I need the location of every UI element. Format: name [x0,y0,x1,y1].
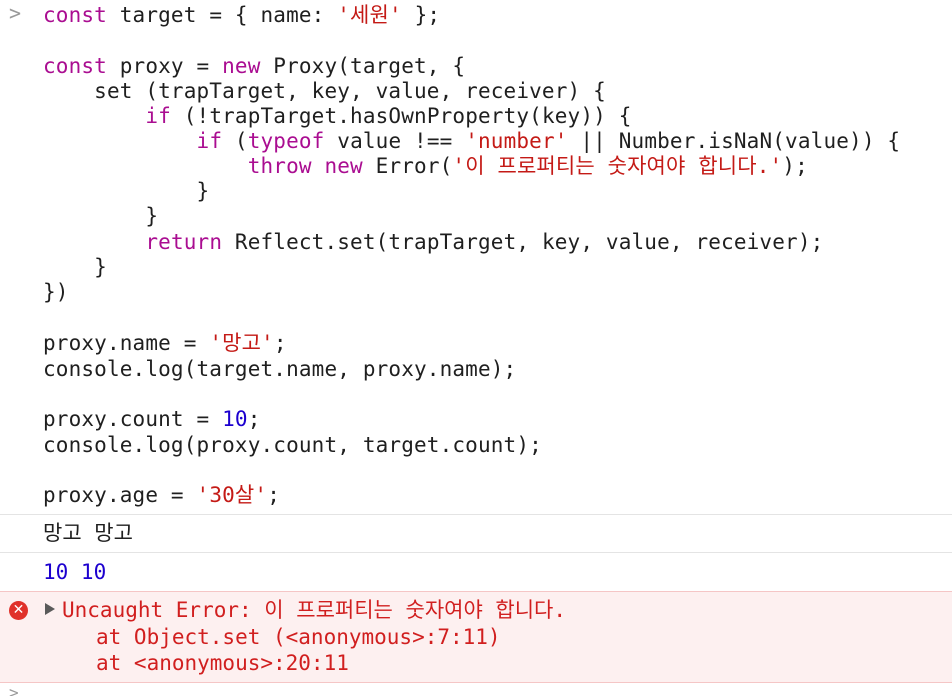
code-line-8: } [43,203,158,229]
code-line-13: console.log(target.name, proxy.name); [43,356,516,382]
code-token: 10 [222,407,248,431]
stack-frame-2[interactable]: at <anonymous>:20:11 [96,650,349,676]
code-token: 'number' [465,129,568,153]
code-token: proxy.age = [43,483,197,507]
console-error-message[interactable]: ✕ Uncaught Error: 이 프로퍼티는 숫자여야 합니다. at O… [0,591,952,683]
expand-triangle-icon[interactable] [45,603,55,615]
code-token: } [43,204,159,228]
error-message-text: Uncaught Error: 이 프로퍼티는 숫자여야 합니다. [62,598,567,622]
code-line-2: const proxy = new Proxy(target, { [43,53,465,79]
code-token: proxy.name = [43,331,210,355]
code-token: Error( [362,154,453,178]
code-token: Proxy(target, { [260,54,466,78]
code-token: ; [273,331,287,355]
code-line-9: return Reflect.set(trapTarget, key, valu… [43,229,823,255]
code-token: if [145,104,171,128]
code-line-14: proxy.count = 10; [43,406,261,432]
code-token: value !== [324,129,466,153]
code-token: (!trapTarget.hasOwnProperty(key)) { [170,104,632,128]
code-token: ; [247,407,261,431]
code-token: || Number.isNaN(value)) { [567,129,901,153]
code-line-10: } [43,254,107,280]
code-line-11: }) [43,279,69,305]
code-token: Reflect.set(trapTarget, key, value, rece… [222,230,824,254]
stack-frame-1[interactable]: at Object.set (<anonymous>:7:11) [96,624,501,650]
code-line-3: set (trapTarget, key, value, receiver) { [43,78,606,104]
code-token: console.log(target.name, proxy.name); [43,357,517,381]
code-token: '30살' [196,483,268,507]
code-line-1: const target = { name: '세원' }; [43,2,440,28]
code-line-6: throw new Error('이 프로퍼티는 숫자여야 합니다.'); [43,153,808,179]
code-token: }) [43,280,69,304]
code-token: } [43,255,107,279]
code-line-16: proxy.age = '30살'; [43,482,280,508]
log-output-numbers: 10 10 [43,560,107,584]
code-token: '세원' [337,3,402,27]
code-token: proxy = [106,54,223,78]
code-token: target = { name: [106,3,338,27]
code-line-4: if (!trapTarget.hasOwnProperty(key)) { [43,103,632,129]
code-token: typeof [247,129,325,153]
code-token: console.log(proxy.count, target.count); [43,433,542,457]
prompt-chevron-icon: > [9,1,22,25]
code-token: return [145,230,223,254]
devtools-console: > const target = { name: '세원' }; const p… [0,0,952,696]
code-line-15: console.log(proxy.count, target.count); [43,432,542,458]
code-line-7: } [43,178,210,204]
code-token: const [43,3,107,27]
code-line-5: if (typeof value !== 'number' || Number.… [43,128,901,154]
code-token: ); [782,154,808,178]
code-token: new [324,154,363,178]
code-token: const [43,54,107,78]
console-log-message[interactable]: 10 10 [0,553,952,590]
code-line-12: proxy.name = '망고'; [43,330,287,356]
error-icon: ✕ [9,601,28,620]
console-input-entry[interactable]: > const target = { name: '세원' }; const p… [0,0,952,514]
code-token: } [43,179,210,203]
code-token: }; [401,3,441,27]
code-token: new [222,54,261,78]
console-log-message[interactable]: 망고 망고 [0,515,952,552]
code-token: proxy.count = [43,407,223,431]
code-token: set (trapTarget, key, value, receiver) { [43,79,606,103]
log-output-text: 망고 망고 [43,521,133,545]
console-prompt-chevron-icon[interactable]: > [9,685,19,696]
code-token: ; [267,483,280,507]
code-token: '이 프로퍼티는 숫자여야 합니다.' [452,154,783,178]
code-token: ( [222,129,248,153]
code-token: throw [247,154,312,178]
code-token: if [196,129,223,153]
code-token: '망고' [209,331,274,355]
